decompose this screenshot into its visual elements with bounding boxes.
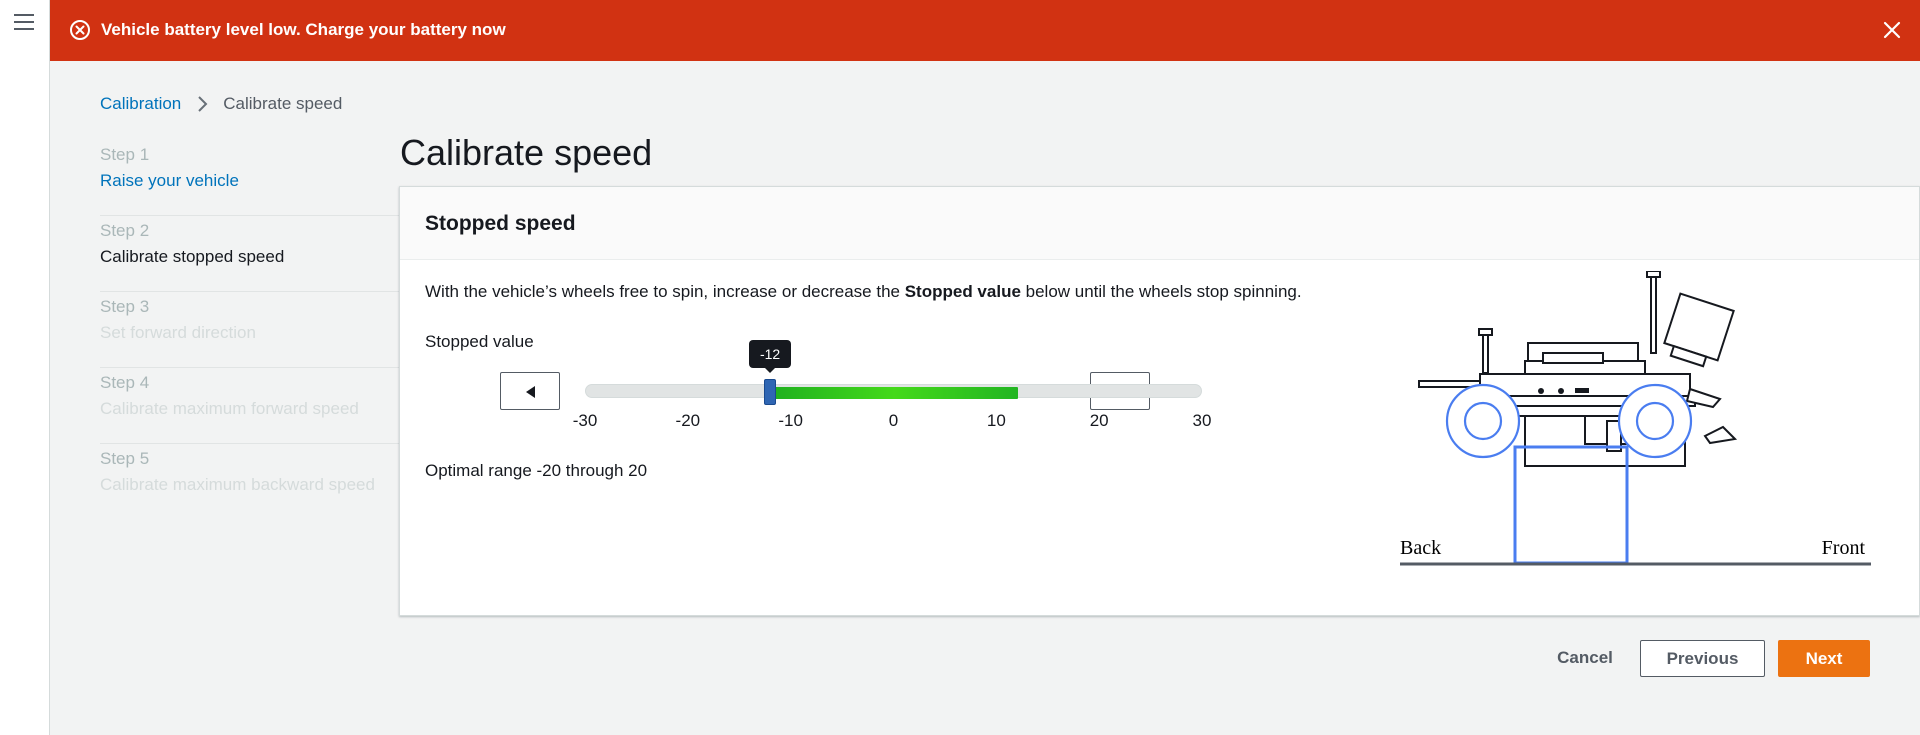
breadcrumb: Calibration Calibrate speed — [100, 93, 342, 115]
cancel-button[interactable]: Cancel — [1540, 640, 1630, 677]
step-title: Calibrate maximum backward speed — [100, 475, 375, 494]
card-description: With the vehicle’s wheels free to spin, … — [425, 281, 1302, 303]
wizard-step-2: Step 2 Calibrate stopped speed — [100, 216, 400, 292]
stopped-value-slider-track[interactable] — [585, 384, 1202, 399]
previous-button[interactable]: Previous — [1640, 640, 1765, 677]
breadcrumb-current: Calibrate speed — [223, 94, 343, 113]
tick-label: -20 — [675, 411, 701, 430]
left-nav-rail — [0, 0, 50, 735]
tick-label: -30 — [572, 411, 598, 430]
desc-bold-text: Stopped value — [904, 282, 1021, 301]
error-banner: Vehicle battery level low. Charge your b… — [50, 0, 1920, 61]
wizard-step-3: Step 3 Set forward direction — [100, 292, 400, 368]
step-current-title: Calibrate stopped speed — [100, 247, 285, 266]
tick-label: 0 — [888, 411, 899, 430]
step-title: Calibrate maximum forward speed — [100, 399, 359, 418]
tick-label: 30 — [1192, 411, 1212, 430]
wizard-step-5: Step 5 Calibrate maximum backward speed — [100, 444, 400, 520]
wizard-steps: Step 1 Raise your vehicle Step 2 Calibra… — [100, 140, 400, 520]
main-content: Vehicle battery level low. Charge your b… — [50, 0, 1920, 735]
vehicle-diagram: Back Front — [1400, 271, 1871, 566]
figure-front-label: Front — [1822, 537, 1866, 559]
step-link-raise-vehicle[interactable]: Raise your vehicle — [100, 168, 400, 193]
step-number: Step 5 — [100, 449, 150, 468]
step-number: Step 1 — [100, 145, 150, 164]
close-icon[interactable] — [1880, 18, 1904, 42]
slider-value-text: -12 — [759, 346, 781, 362]
card-header: Stopped speed — [400, 187, 1919, 260]
stopped-speed-card: Stopped speed With the vehicle’s wheels … — [399, 186, 1920, 616]
figure-back-label: Back — [1400, 537, 1441, 559]
banner-message: Vehicle battery level low. Charge your b… — [101, 20, 506, 39]
caret-left-icon — [526, 386, 535, 398]
next-button[interactable]: Next — [1778, 640, 1870, 677]
slider-value-tooltip: -12 — [749, 340, 792, 373]
tick-label: 10 — [986, 411, 1006, 430]
slider-handle[interactable] — [764, 379, 777, 405]
decrement-button[interactable] — [500, 372, 560, 410]
step-title: Set forward direction — [100, 323, 256, 342]
chevron-right-icon — [198, 96, 208, 112]
desc-text: With the vehicle’s wheels free to spin, … — [425, 282, 905, 301]
stopped-value-label: Stopped value — [425, 332, 534, 351]
page-title: Calibrate speed — [400, 132, 653, 173]
hamburger-menu-icon[interactable] — [14, 14, 34, 32]
card-title: Stopped speed — [425, 212, 576, 235]
step-number: Step 4 — [100, 373, 150, 392]
error-circle-icon — [70, 20, 90, 40]
breadcrumb-calibration-link[interactable]: Calibration — [100, 93, 181, 115]
wizard-step-1: Step 1 Raise your vehicle — [100, 140, 400, 216]
optimal-range-text: Optimal range -20 through 20 — [425, 461, 648, 480]
step-number: Step 2 — [100, 221, 150, 240]
wizard-step-4: Step 4 Calibrate maximum forward speed — [100, 368, 400, 444]
step-number: Step 3 — [100, 297, 150, 316]
tick-label: -10 — [778, 411, 803, 430]
slider-green-range — [771, 387, 1018, 399]
tick-label: 20 — [1089, 411, 1109, 430]
desc-text: below until the wheels stop spinning. — [1020, 282, 1302, 301]
